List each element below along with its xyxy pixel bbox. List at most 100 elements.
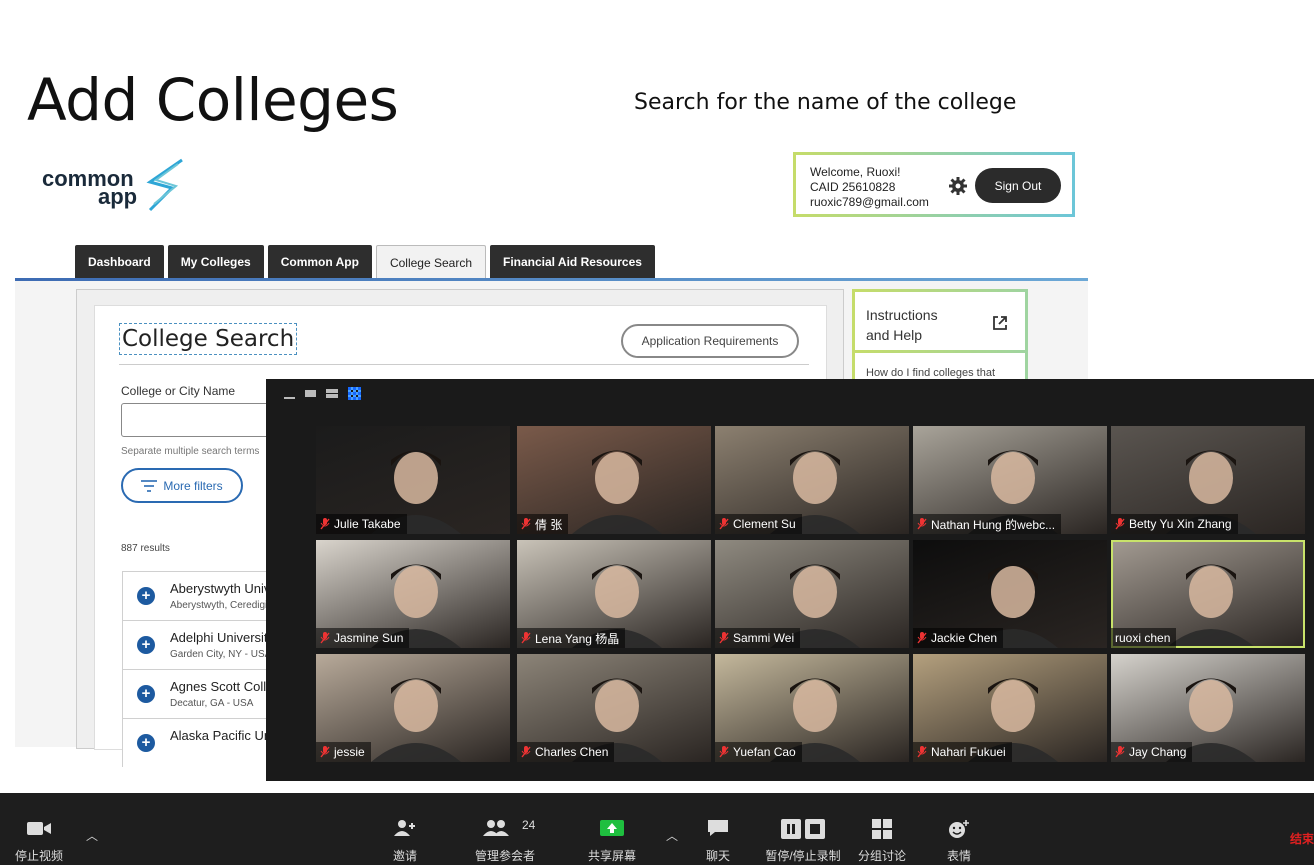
tab-common-app[interactable]: Common App <box>267 245 372 279</box>
video-tile[interactable]: Lena Yang 杨晶 <box>517 540 711 648</box>
chevron-up-icon: ︿ <box>86 829 99 843</box>
breakout-rooms-button[interactable]: 分组讨论 <box>856 793 908 865</box>
faq-link[interactable]: How do I find colleges that <box>852 353 1028 381</box>
sign-out-button[interactable]: Sign Out <box>975 168 1061 203</box>
participant-name: jessie <box>316 742 371 762</box>
participant-name: Yuefan Cao <box>715 742 802 762</box>
video-tile[interactable]: Jasmine Sun <box>316 540 510 648</box>
manage-participants-label: 管理参会者 <box>474 849 536 863</box>
muted-mic-icon <box>917 632 927 644</box>
muted-mic-icon <box>719 518 729 530</box>
logo-word-app: app <box>98 184 138 209</box>
video-tile[interactable]: Yuefan Cao <box>715 654 909 762</box>
end-meeting-button[interactable]: 结束 <box>1290 830 1314 847</box>
video-tile[interactable]: Nahari Fukuei <box>913 654 1107 762</box>
video-tile[interactable]: Sammi Wei <box>715 540 909 648</box>
muted-mic-icon <box>719 632 729 644</box>
add-college-icon[interactable]: + <box>137 587 155 605</box>
chat-label: 聊天 <box>705 849 731 863</box>
participant-name: Betty Yu Xin Zhang <box>1111 514 1238 534</box>
instructions-title: Instructions and Help <box>866 305 938 345</box>
participant-name-text: Charles Chen <box>535 745 609 759</box>
list-item[interactable]: + Adelphi University Garden City, NY - U… <box>122 620 272 669</box>
share-screen-button[interactable]: 共享屏幕 <box>586 793 638 865</box>
external-link-icon[interactable] <box>991 314 1009 332</box>
pause-stop-record-icon <box>781 819 825 839</box>
welcome-email: ruoxic789@gmail.com <box>810 195 929 209</box>
chat-button[interactable]: 聊天 <box>704 793 732 865</box>
meeting-toolbar: 停止视频 ︿ 邀请 24 管理参会者 共享屏幕 ︿ 聊天 暂停/停止录制 分组讨… <box>0 793 1314 865</box>
participant-name-text: Nahari Fukuei <box>931 745 1006 759</box>
college-location: Decatur, GA - USA <box>170 698 254 709</box>
video-tile[interactable]: Jackie Chen <box>913 540 1107 648</box>
add-college-icon[interactable]: + <box>137 636 155 654</box>
muted-mic-icon <box>320 632 330 644</box>
muted-mic-icon <box>917 746 927 758</box>
muted-mic-icon <box>1115 518 1125 530</box>
manage-participants-button[interactable]: 24 管理参会者 <box>474 793 536 865</box>
video-tile[interactable]: Clement Su <box>715 426 909 534</box>
video-tile[interactable]: 倩 张 <box>517 426 711 534</box>
share-screen-label: 共享屏幕 <box>587 849 637 863</box>
video-tile[interactable]: Charles Chen <box>517 654 711 762</box>
strip-view-icon[interactable] <box>326 389 338 398</box>
invite-button[interactable]: 邀请 <box>386 793 424 865</box>
breakout-grid-icon <box>872 819 892 839</box>
list-item[interactable]: + Aberystwyth University Aberystwyth, Ce… <box>122 571 272 620</box>
welcome-box: Welcome, Ruoxi! CAID 25610828 ruoxic789@… <box>793 152 1075 217</box>
faq-text: How do I find colleges that <box>866 367 996 379</box>
tab-my-colleges[interactable]: My Colleges <box>167 245 264 279</box>
video-tile[interactable]: Julie Takabe <box>316 426 510 534</box>
add-college-icon[interactable]: + <box>137 685 155 703</box>
minimize-icon[interactable] <box>284 396 295 399</box>
results-count: 887 results <box>121 543 170 554</box>
participant-name: Clement Su <box>715 514 802 534</box>
muted-mic-icon <box>521 746 531 758</box>
speaker-view-icon[interactable] <box>305 390 316 397</box>
gallery-view-icon[interactable] <box>348 387 361 400</box>
participant-name-text: 倩 张 <box>535 517 563 532</box>
college-name: Adelphi University <box>170 630 272 645</box>
muted-mic-icon <box>1115 746 1125 758</box>
welcome-caid: CAID 25610828 <box>810 180 896 194</box>
tab-dashboard[interactable]: Dashboard <box>75 245 164 279</box>
instructions-title-line2: and Help <box>866 327 923 343</box>
muted-mic-icon <box>521 632 531 644</box>
participant-name-text: Nathan Hung 的webc... <box>931 517 1056 532</box>
more-filters-button[interactable]: More filters <box>121 468 243 503</box>
list-item[interactable]: + Alaska Pacific University <box>122 718 272 767</box>
gear-icon[interactable] <box>948 176 968 196</box>
reactions-button[interactable]: 表情 <box>944 793 974 865</box>
video-options-caret[interactable]: ︿ <box>78 793 98 865</box>
stop-video-button[interactable]: 停止视频 <box>14 793 64 865</box>
video-gallery-panel: Julie Takabe 倩 张 Clement Su Nathan Hung 的we… <box>266 379 1314 781</box>
instructions-title-line1: Instructions <box>866 307 938 323</box>
add-user-icon <box>394 820 415 836</box>
participant-name: Jackie Chen <box>913 628 1004 648</box>
breakout-label: 分组讨论 <box>857 849 907 863</box>
video-tile[interactable]: Betty Yu Xin Zhang <box>1111 426 1305 534</box>
participant-name: Lena Yang 杨晶 <box>517 628 626 648</box>
invite-label: 邀请 <box>392 849 418 863</box>
add-college-icon[interactable]: + <box>137 734 155 752</box>
college-city-input[interactable] <box>121 403 281 437</box>
participant-count: 24 <box>522 818 536 832</box>
list-item[interactable]: + Agnes Scott College Decatur, GA - USA <box>122 669 272 718</box>
tab-financial-aid[interactable]: Financial Aid Resources <box>490 245 655 279</box>
college-name: Alaska Pacific University <box>170 728 272 743</box>
participant-name-text: jessie <box>334 745 365 759</box>
participant-name: Nahari Fukuei <box>913 742 1012 762</box>
muted-mic-icon <box>719 746 729 758</box>
video-tile[interactable]: ruoxi chen <box>1111 540 1305 648</box>
logo-mark-icon <box>146 158 183 212</box>
pause-record-button[interactable]: 暂停/停止录制 <box>764 793 842 865</box>
video-tile[interactable]: jessie <box>316 654 510 762</box>
share-options-caret[interactable]: ︿ <box>658 793 678 865</box>
instructions-help-box[interactable]: Instructions and Help <box>852 289 1028 353</box>
video-tile[interactable]: Nathan Hung 的webc... <box>913 426 1107 534</box>
title-divider <box>119 364 809 365</box>
search-hint: Separate multiple search terms <box>121 446 260 457</box>
participant-name-text: Jasmine Sun <box>334 631 404 645</box>
application-requirements-button[interactable]: Application Requirements <box>621 324 799 358</box>
video-tile[interactable]: Jay Chang <box>1111 654 1305 762</box>
